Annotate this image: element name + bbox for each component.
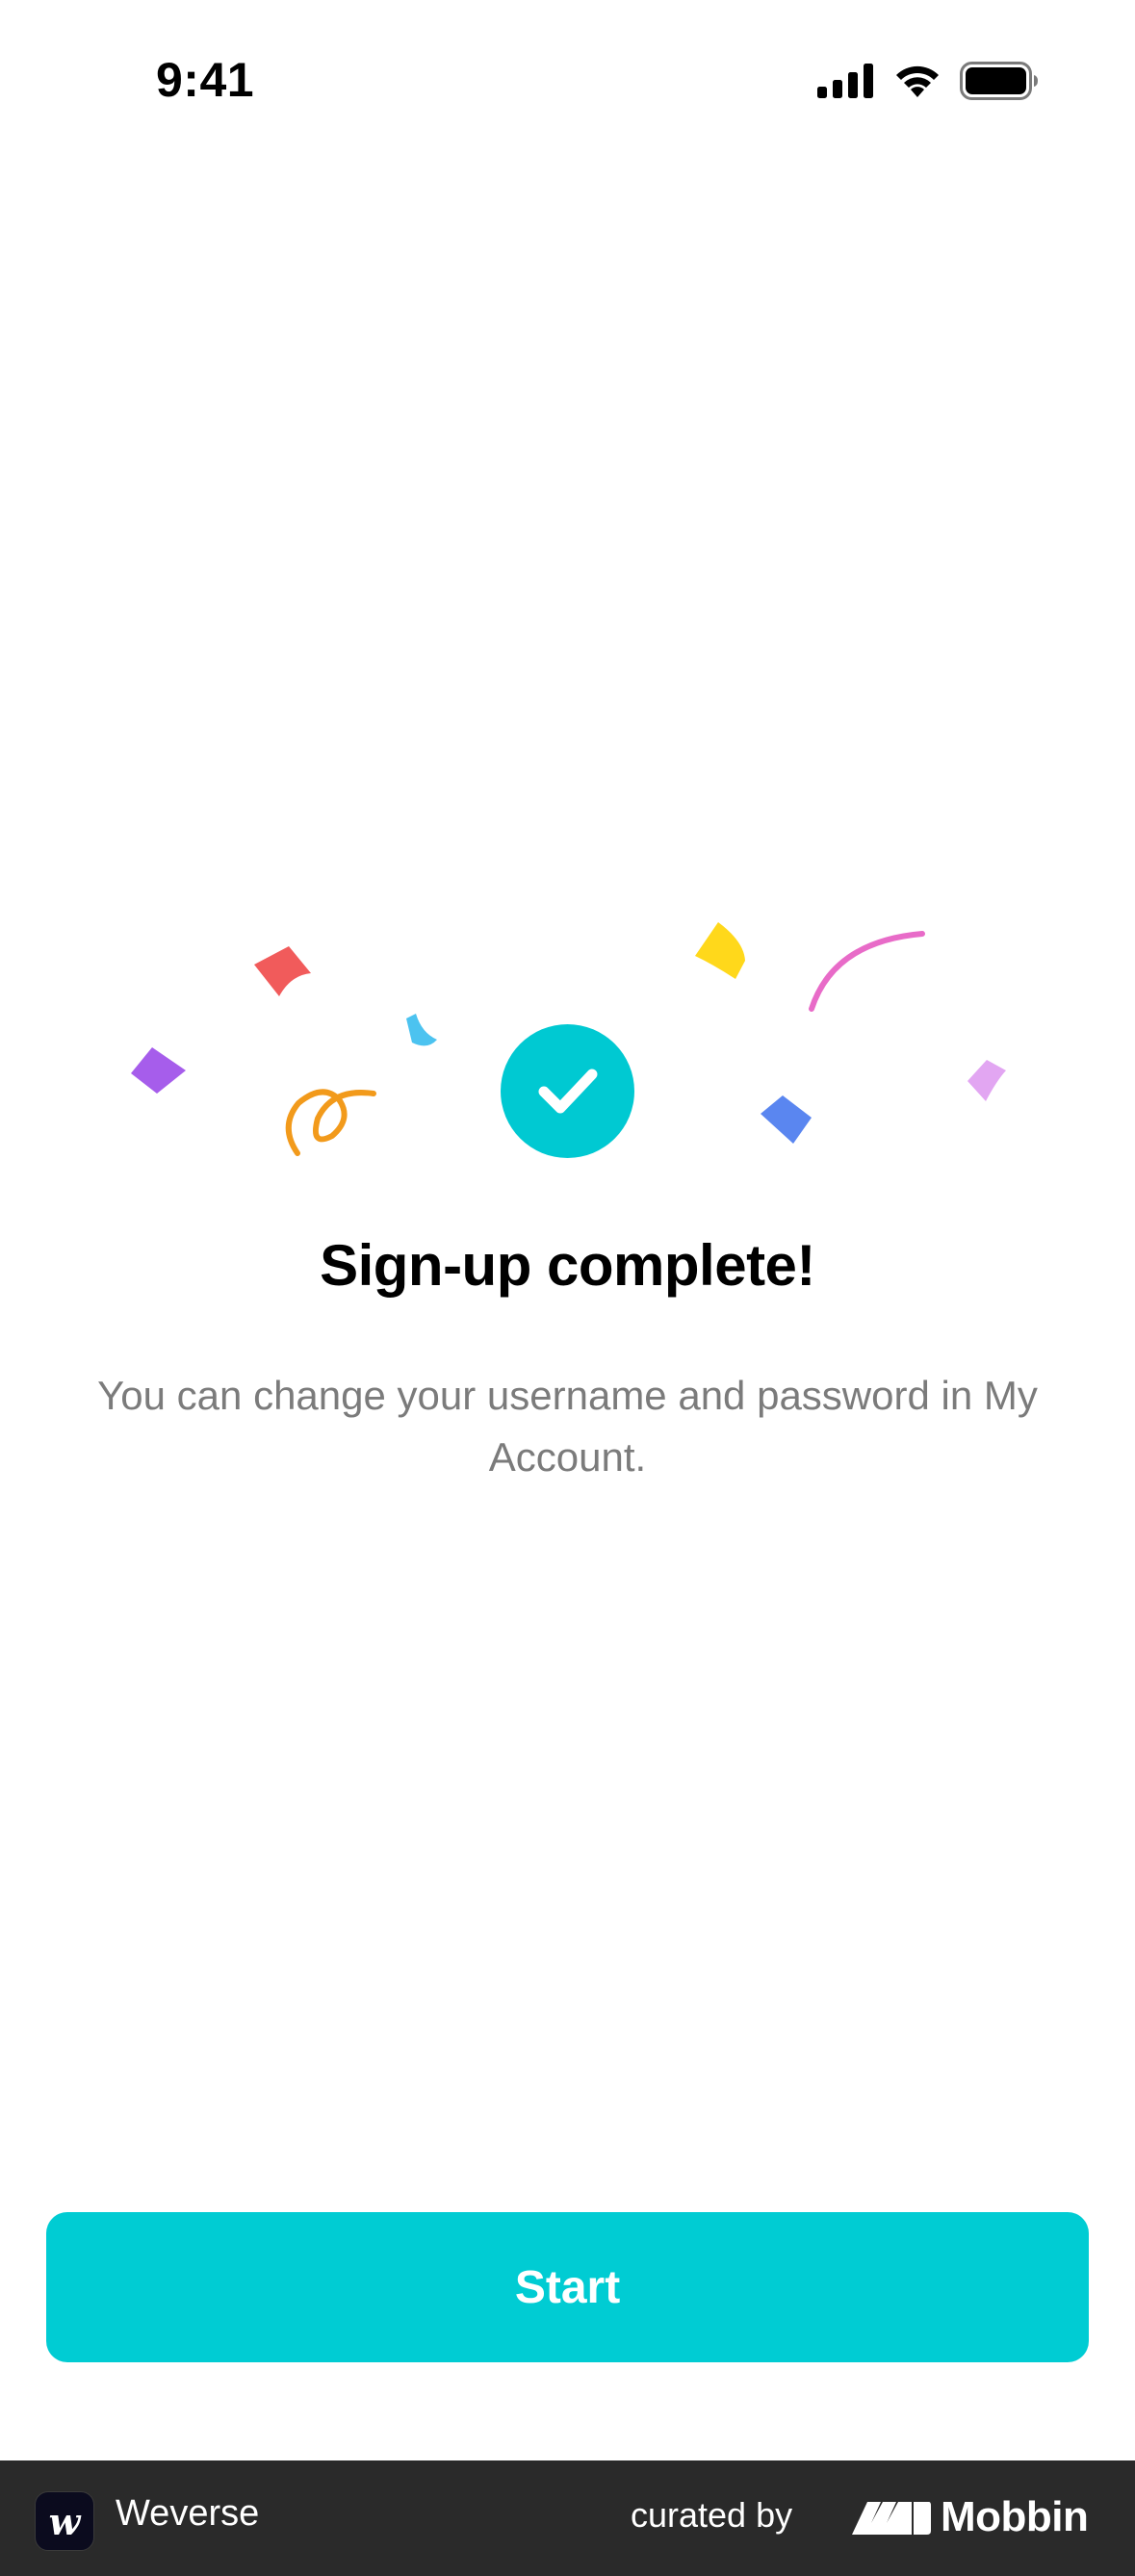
mobbin-logo-icon <box>852 2502 931 2535</box>
confetti-purple <box>131 1047 186 1094</box>
mobbin-logo: Mobbin <box>852 2493 1089 2541</box>
confetti-yellow <box>695 922 745 979</box>
curated-by-label: curated by <box>631 2495 793 2535</box>
status-icons <box>817 62 1039 100</box>
confetti-orange-swirl <box>285 1089 376 1156</box>
status-time: 9:41 <box>156 53 255 107</box>
checkmark-icon <box>538 1069 597 1113</box>
mobbin-wordmark: Mobbin <box>941 2493 1089 2540</box>
celebration-illustration <box>0 905 1135 1184</box>
cellular-signal-icon <box>817 64 873 98</box>
confetti-red <box>254 946 311 996</box>
app-name: Weverse <box>116 2493 260 2534</box>
status-bar: 9:41 <box>0 0 1135 164</box>
wifi-icon <box>896 65 939 97</box>
success-check-badge <box>501 1024 634 1158</box>
weverse-app-icon: w <box>35 2491 94 2551</box>
attribution-footer: w Weverse curated by Mobbin <box>0 2460 1135 2576</box>
start-button[interactable]: Start <box>46 2212 1089 2362</box>
confetti-light-blue <box>406 1014 437 1046</box>
battery-icon <box>960 62 1038 100</box>
page-subtitle: You can change your username and passwor… <box>97 1373 1038 1480</box>
page-title: Sign-up complete! <box>320 1233 815 1298</box>
confetti-light-pink <box>967 1060 1006 1101</box>
confetti-blue <box>761 1095 812 1144</box>
confetti-pink-arc <box>809 931 925 1012</box>
